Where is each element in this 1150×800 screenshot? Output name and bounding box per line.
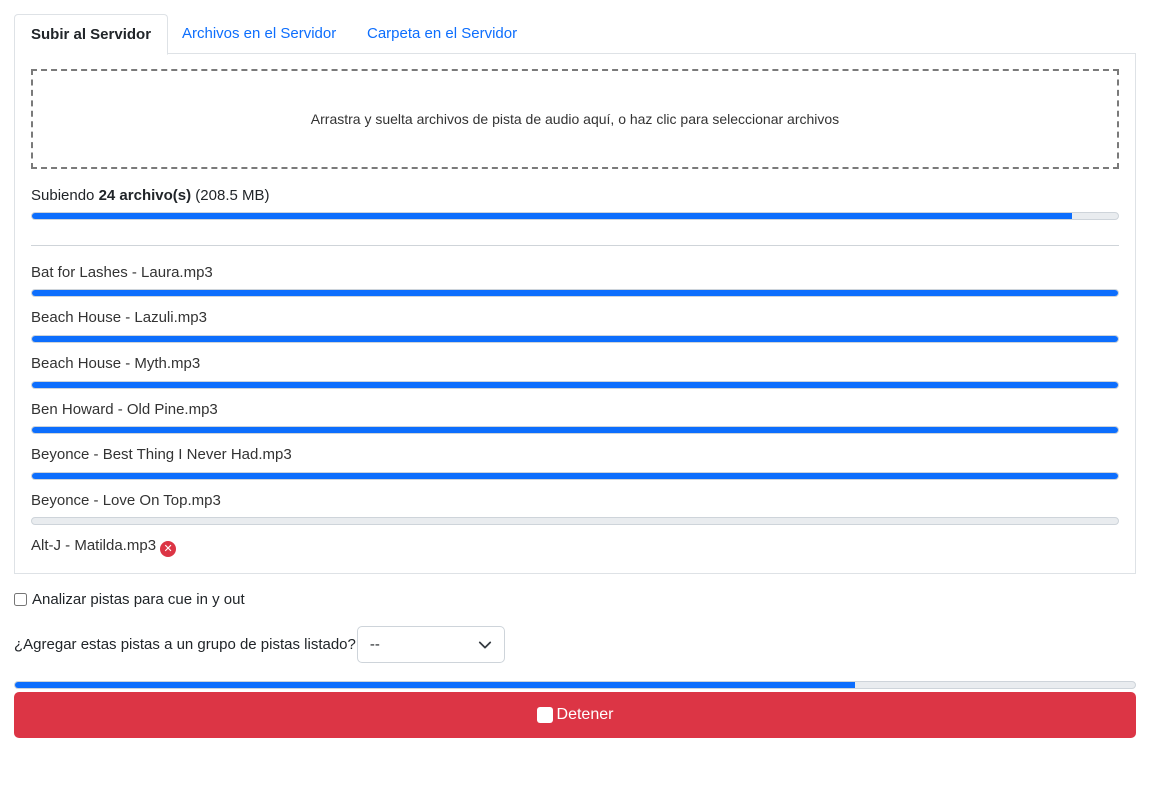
file-item-name: Bat for Lashes - Laura.mp3 <box>31 264 213 281</box>
track-group-label: ¿Agregar estas pistas a un grupo de pist… <box>14 636 356 653</box>
file-progress-fill <box>32 290 1118 296</box>
track-group-row: ¿Agregar estas pistas a un grupo de pist… <box>14 626 505 663</box>
tab-upload-to-server[interactable]: Subir al Servidor <box>14 14 169 55</box>
upload-summary: Subiendo 24 archivo(s) (208.5 MB) <box>31 187 270 204</box>
track-group-select[interactable]: -- <box>356 626 505 663</box>
tab-server-folder[interactable]: Carpeta en el Servidor <box>351 14 533 54</box>
file-progress-bar <box>31 381 1119 389</box>
track-group-selected-value: -- <box>369 636 380 653</box>
upload-panel: Arrastra y suelta archivos de pista de a… <box>14 53 1136 574</box>
file-progress-bar <box>31 289 1119 297</box>
overall-progress-bar <box>14 681 1136 689</box>
error-x-icon: ✕ <box>160 541 177 557</box>
file-item-name: Ben Howard - Old Pine.mp3 <box>31 401 218 418</box>
file-item-name: Alt-J - Matilda.mp3 <box>31 537 157 554</box>
file-progress-bar <box>31 335 1119 343</box>
analyze-cue-option[interactable]: Analizar pistas para cue in y out <box>14 591 245 608</box>
analyze-cue-checkbox[interactable] <box>14 593 27 606</box>
overall-progress-fill <box>15 682 855 688</box>
upload-tabs: Subir al Servidor Archivos en el Servido… <box>14 14 1136 55</box>
file-progress-fill <box>32 382 1118 388</box>
file-item-name: Beyonce - Best Thing I Never Had.mp3 <box>31 446 292 463</box>
file-progress-bar <box>31 517 1119 525</box>
dropzone-text: Arrastra y suelta archivos de pista de a… <box>310 111 840 127</box>
summary-progress-fill <box>32 213 1073 219</box>
file-item-name: Beach House - Lazuli.mp3 <box>31 309 207 326</box>
file-progress-fill <box>32 473 1118 479</box>
file-progress-bar <box>31 426 1119 434</box>
stop-icon <box>536 707 553 723</box>
file-dropzone[interactable]: Arrastra y suelta archivos de pista de a… <box>31 69 1119 169</box>
summary-size: (208.5 MB) <box>195 187 270 204</box>
file-item-name: Beyonce - Love On Top.mp3 <box>31 492 221 509</box>
summary-prefix: Subiendo <box>31 187 95 204</box>
file-item-name: Beach House - Myth.mp3 <box>31 355 201 372</box>
file-progress-bar <box>31 472 1119 480</box>
tab-server-files[interactable]: Archivos en el Servidor <box>166 14 352 54</box>
summary-file-count: 24 archivo(s) <box>98 187 192 204</box>
analyze-cue-label: Analizar pistas para cue in y out <box>32 591 245 608</box>
stop-button-label: Detener <box>556 706 614 723</box>
stop-button[interactable]: Detener <box>14 692 1136 738</box>
divider <box>31 245 1119 246</box>
file-progress-fill <box>32 427 1118 433</box>
file-item-error: Alt-J - Matilda.mp3 ✕ <box>31 537 177 557</box>
summary-progress-bar <box>31 212 1119 220</box>
file-progress-fill <box>32 336 1118 342</box>
chevron-down-icon <box>478 641 491 649</box>
